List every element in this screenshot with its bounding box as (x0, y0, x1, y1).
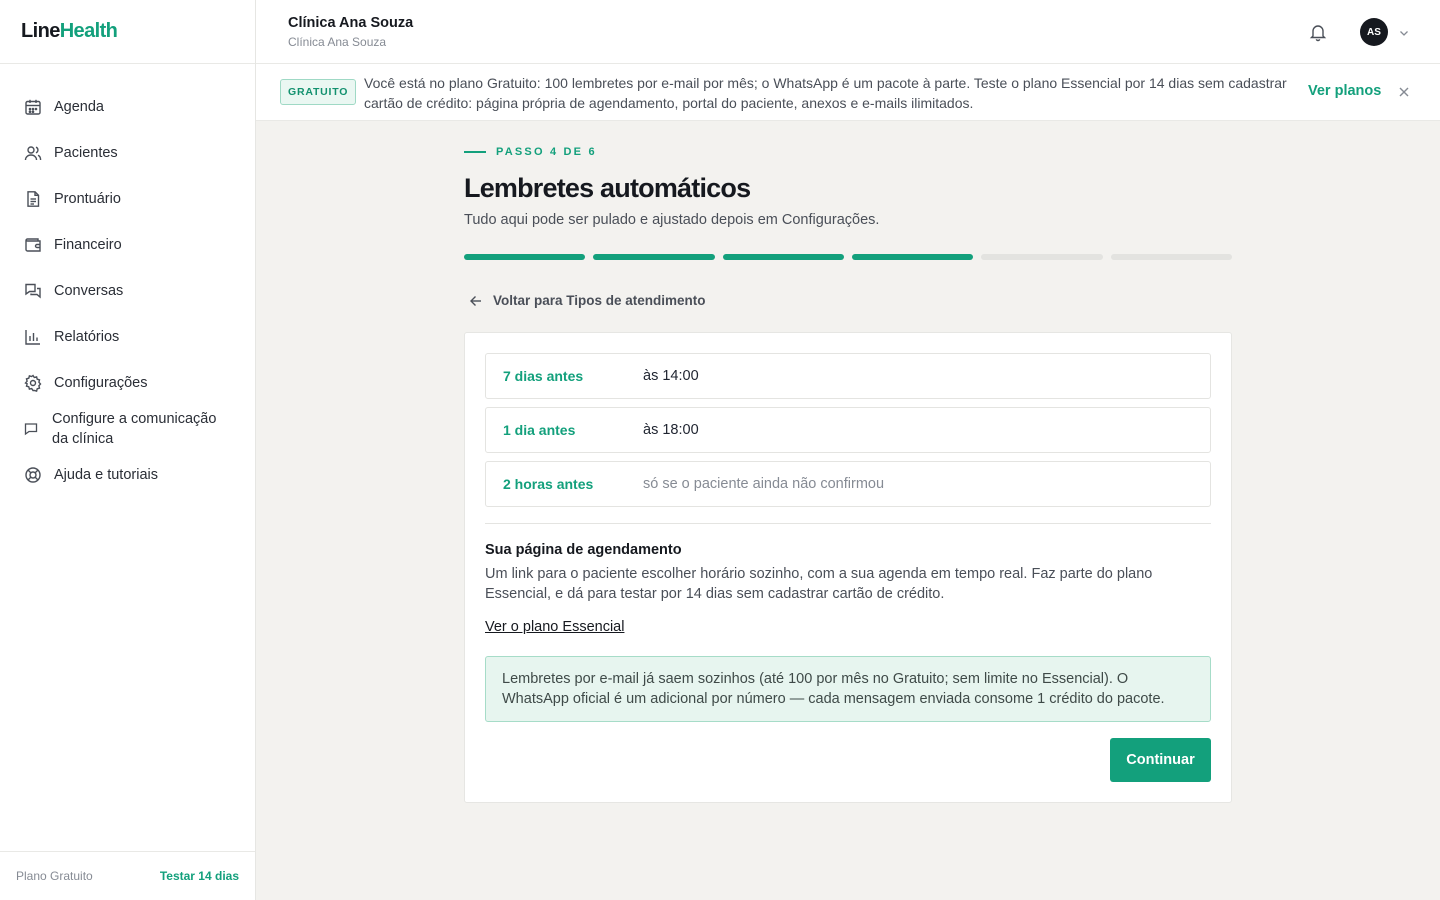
progress-segment (722, 254, 844, 260)
sidebar: LineHealth Agenda Pacientes Prontuário F… (0, 0, 256, 900)
lifebuoy-icon (24, 466, 42, 484)
plan-banner: GRATUITO Você está no plano Gratuito: 10… (256, 64, 1440, 121)
clinic-name: Clínica Ana Souza (288, 15, 414, 31)
wallet-icon (24, 236, 42, 254)
reminder-when: 2 horas antes (503, 476, 594, 492)
current-plan-label: Plano Gratuito (16, 869, 93, 883)
sidebar-item-prontuario[interactable]: Prontuário (0, 176, 255, 222)
close-icon[interactable] (1397, 85, 1411, 99)
progress-segment (981, 254, 1103, 260)
sidebar-item-pacientes[interactable]: Pacientes (0, 130, 255, 176)
progress-segment (464, 254, 586, 260)
reminder-when: 7 dias antes (503, 368, 584, 384)
app-logo[interactable]: LineHealth (21, 20, 118, 43)
bell-icon[interactable] (1308, 22, 1328, 42)
divider (485, 523, 1211, 524)
reminder-row[interactable]: 7 dias antes às 14:00 (485, 353, 1211, 399)
arrow-left-icon (470, 295, 481, 306)
clinic-subtitle: Clínica Ana Souza (288, 35, 387, 49)
step-indicator: PASSO 4 DE 6 (464, 146, 597, 158)
sidebar-item-label: Prontuário (54, 191, 121, 207)
sidebar-item-label: Relatórios (54, 329, 120, 345)
message-icon (24, 420, 38, 438)
info-note: Lembretes por e-mail já saem sozinhos (a… (485, 656, 1211, 722)
reminder-row[interactable]: 1 dia antes às 18:00 (485, 407, 1211, 453)
back-link-label: Voltar para Tipos de atendimento (493, 293, 706, 308)
reminder-row[interactable]: 2 horas antes só se o paciente ainda não… (485, 461, 1211, 507)
sidebar-item-label: Conversas (54, 283, 124, 299)
chevron-down-icon[interactable] (1398, 26, 1410, 38)
calendar-icon (24, 98, 42, 116)
continue-button[interactable]: Continuar (1110, 738, 1211, 782)
avatar[interactable]: AS (1360, 18, 1388, 46)
view-plans-link[interactable]: Ver planos (1308, 83, 1381, 99)
back-link[interactable]: Voltar para Tipos de atendimento (469, 293, 706, 308)
step-line (464, 151, 486, 153)
progress-segment (851, 254, 974, 260)
page-title: Lembretes automáticos (464, 173, 751, 203)
sidebar-item-label: Configure a comunicação da clínica (52, 411, 217, 447)
sidebar-item-conversas[interactable]: Conversas (0, 268, 255, 314)
sidebar-item-label: Pacientes (54, 145, 118, 161)
sidebar-item-configuracoes[interactable]: Configurações (0, 360, 255, 406)
reminders-card: 7 dias antes às 14:00 1 dia antes às 18:… (464, 332, 1232, 803)
step-progress-bar (464, 254, 1232, 260)
sidebar-item-relatorios[interactable]: Relatórios (0, 314, 255, 360)
sidebar-nav: Agenda Pacientes Prontuário Financeiro C… (0, 64, 255, 498)
sidebar-item-agenda[interactable]: Agenda (0, 84, 255, 130)
sidebar-item-label: Financeiro (54, 237, 122, 253)
logo-row: LineHealth (0, 0, 255, 64)
reminder-detail: só se o paciente ainda não confirmou (643, 476, 885, 492)
page-subtitle: Tudo aqui pode ser pulado e ajustado dep… (464, 212, 880, 228)
progress-segment (1110, 254, 1232, 260)
top-header: Clínica Ana Souza Clínica Ana Souza AS (256, 0, 1440, 64)
gear-icon (24, 374, 42, 392)
booking-page-title: Sua página de agendamento (485, 542, 682, 558)
reminder-detail: às 14:00 (643, 368, 699, 384)
essential-plan-link[interactable]: Ver o plano Essencial (485, 619, 624, 635)
document-icon (24, 190, 42, 208)
users-icon (24, 144, 42, 162)
plan-badge: GRATUITO (280, 79, 357, 105)
chat-icon (24, 282, 42, 300)
sidebar-item-comunicacao[interactable]: Configure a comunicação da clínica (0, 406, 255, 452)
banner-text: Você está no plano Gratuito: 100 lembret… (364, 75, 1287, 111)
booking-page-description: Um link para o paciente escolher horário… (485, 566, 1153, 602)
sidebar-item-label: Agenda (54, 99, 104, 115)
logo-prefix: Line (21, 20, 60, 42)
sidebar-item-ajuda[interactable]: Ajuda e tutoriais (0, 452, 255, 498)
sidebar-footer: Plano Gratuito Testar 14 dias (0, 851, 255, 900)
sidebar-item-label: Ajuda e tutoriais (54, 467, 158, 483)
sidebar-item-financeiro[interactable]: Financeiro (0, 222, 255, 268)
main-content: PASSO 4 DE 6 Lembretes automáticos Tudo … (256, 121, 1440, 900)
reminder-when: 1 dia antes (503, 422, 576, 438)
reminder-detail: às 18:00 (643, 422, 699, 438)
bar-chart-icon (24, 328, 42, 346)
trial-link[interactable]: Testar 14 dias (160, 869, 239, 883)
sidebar-item-label: Configurações (54, 375, 148, 391)
logo-suffix: Health (59, 20, 118, 42)
progress-segment (593, 254, 715, 260)
step-label: PASSO 4 DE 6 (496, 146, 597, 158)
